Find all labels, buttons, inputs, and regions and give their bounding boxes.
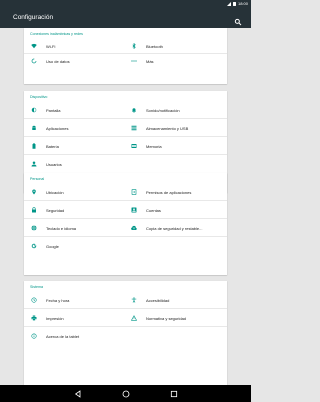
setting-date-time[interactable]: Fecha y hora [24, 293, 124, 307]
setting-sound[interactable]: Sonido/notificación [124, 103, 227, 117]
setting-printing[interactable]: Impresión [24, 311, 124, 325]
page-title: Configuración [13, 14, 54, 21]
settings-list[interactable]: Conexiones inalámbricas y redes Wi-Fi Bl… [0, 28, 251, 385]
setting-regulatory-safety[interactable]: Normativa y seguridad [124, 311, 227, 325]
bell-icon [131, 107, 137, 113]
setting-label: Copia de seguridad y restable... [146, 225, 203, 231]
setting-label: Fecha y hora [46, 297, 70, 303]
brightness-icon [31, 107, 37, 113]
location-icon [31, 189, 37, 195]
home-icon[interactable] [122, 390, 130, 398]
setting-location[interactable]: Ubicación [24, 185, 124, 199]
divider [24, 136, 227, 137]
signal-icon [227, 1, 232, 6]
section-title-system: Sistema [30, 285, 43, 289]
setting-bluetooth[interactable]: Bluetooth [124, 39, 227, 53]
setting-display[interactable]: Pantalla [24, 103, 124, 117]
google-icon [31, 243, 37, 249]
setting-label: Impresión [46, 315, 64, 321]
setting-label: Aplicaciones [46, 125, 69, 131]
setting-label: Accesibilidad [146, 297, 170, 303]
person-icon [31, 161, 37, 167]
section-system: Sistema Fecha y hora Accesibilidad Impre… [24, 281, 227, 385]
setting-label: Ubicación [46, 189, 64, 195]
setting-label: Teclado e idioma [46, 225, 77, 231]
info-icon [31, 333, 37, 339]
setting-label: Pantalla [46, 107, 61, 113]
setting-wifi[interactable]: Wi-Fi [24, 39, 124, 53]
section-title-wireless: Conexiones inalámbricas y redes [30, 32, 83, 36]
memory-icon [131, 143, 137, 149]
setting-label: Usuarios [46, 161, 62, 167]
warning-icon [131, 315, 137, 321]
setting-label: Acerca de la tablet [46, 333, 80, 339]
lock-icon [31, 207, 37, 213]
divider [24, 118, 227, 119]
divider [24, 218, 227, 219]
print-icon [31, 315, 37, 321]
setting-label: Cuentas [146, 207, 161, 213]
setting-label: Bluetooth [146, 43, 163, 49]
setting-label: Normativa y seguridad [146, 315, 187, 321]
setting-label: Batería [46, 143, 59, 149]
setting-accessibility[interactable]: Accesibilidad [124, 293, 227, 307]
wifi-icon [31, 43, 37, 49]
setting-about-tablet[interactable]: Acerca de la tablet [24, 329, 124, 343]
account-icon [131, 207, 137, 213]
setting-label: Seguridad [46, 207, 65, 213]
setting-app-permissions[interactable]: Permisos de aplicaciones [124, 185, 227, 199]
setting-google[interactable]: Google [24, 239, 124, 253]
cloud-upload-icon [131, 225, 137, 231]
status-time: 18:00 [237, 1, 248, 6]
setting-label: Más [146, 58, 154, 64]
battery-icon [31, 143, 37, 149]
permissions-icon [131, 189, 137, 195]
setting-memory[interactable]: Memoria [124, 139, 227, 153]
status-bar: 18:00 [0, 0, 251, 7]
setting-keyboard-language[interactable]: Teclado e idioma [24, 221, 124, 235]
setting-label: Sonido/notificación [146, 107, 180, 113]
setting-storage[interactable]: Almacenamiento y USB [124, 121, 227, 135]
divider [24, 236, 227, 237]
recents-icon[interactable] [170, 390, 178, 398]
setting-backup-reset[interactable]: Copia de seguridad y restable... [124, 221, 227, 235]
divider [24, 308, 227, 309]
clock-icon [31, 297, 37, 303]
setting-label: Uso de datos [46, 58, 70, 64]
divider [24, 326, 227, 327]
setting-accounts[interactable]: Cuentas [124, 203, 227, 217]
search-icon[interactable] [234, 13, 242, 26]
accessibility-icon [131, 297, 137, 303]
section-wireless: Conexiones inalámbricas y redes Wi-Fi Bl… [24, 28, 227, 84]
section-personal: Personal Ubicación Permisos de aplicacio… [24, 173, 227, 275]
more-icon [131, 58, 137, 64]
data-usage-icon [31, 58, 37, 64]
setting-label: Wi-Fi [46, 43, 56, 49]
app-bar: Configuración [0, 7, 251, 28]
setting-data-usage[interactable]: Uso de datos [24, 54, 124, 68]
setting-battery[interactable]: Batería [24, 139, 124, 153]
globe-icon [31, 225, 37, 231]
back-icon[interactable] [74, 389, 82, 398]
android-icon [31, 125, 37, 131]
setting-label: Permisos de aplicaciones [146, 189, 192, 195]
bluetooth-icon [131, 43, 137, 49]
setting-more[interactable]: Más [124, 54, 227, 68]
setting-apps[interactable]: Aplicaciones [24, 121, 124, 135]
divider [24, 200, 227, 201]
section-title-device: Dispositivo [30, 95, 48, 99]
battery-status-icon [233, 1, 236, 6]
setting-label: Google [46, 243, 59, 249]
setting-security[interactable]: Seguridad [24, 203, 124, 217]
setting-users[interactable]: Usuarios [24, 157, 124, 171]
section-title-personal: Personal [30, 177, 45, 181]
storage-icon [131, 125, 137, 131]
setting-label: Almacenamiento y USB [146, 125, 189, 131]
setting-label: Memoria [146, 143, 162, 149]
navigation-bar [0, 385, 251, 402]
divider [24, 154, 227, 155]
